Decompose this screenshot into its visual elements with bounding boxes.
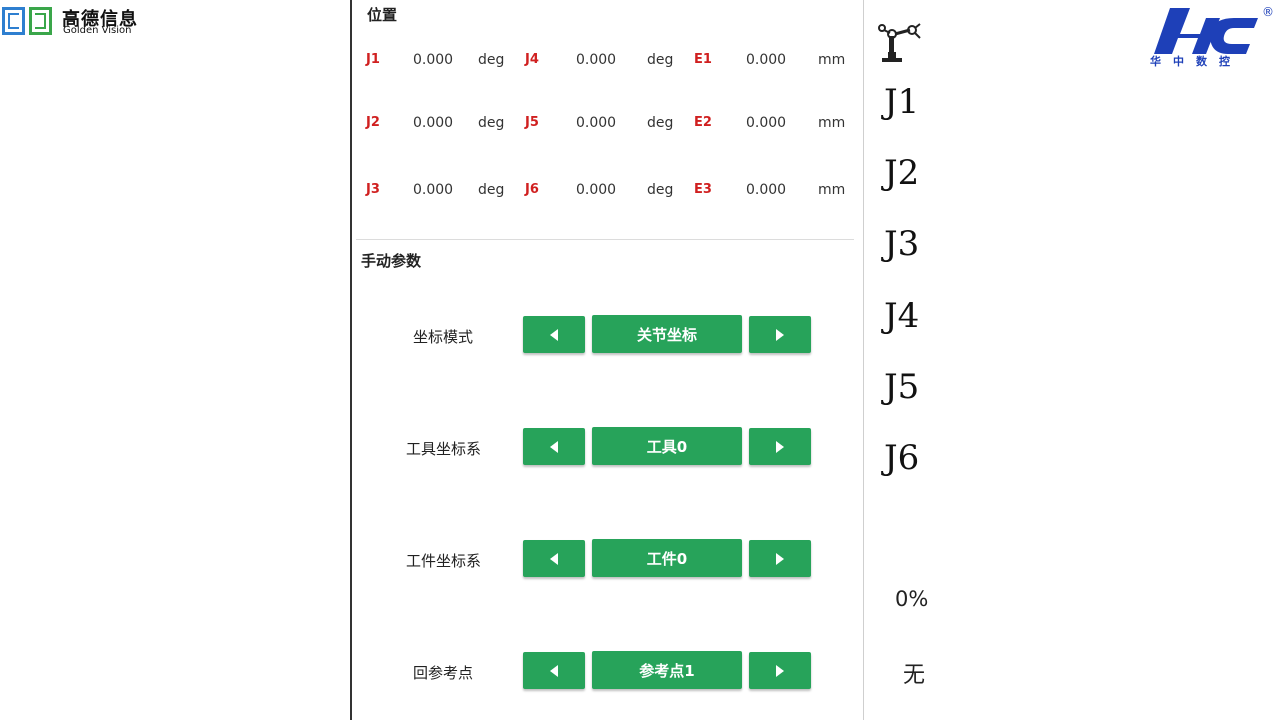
joint-button-j1[interactable]: J1 [884,82,919,122]
hnc-cn-text: 华中数控 [1150,55,1242,68]
axis-label-e2: E2 [694,115,712,130]
axis-label-j1: J1 [366,52,380,67]
coord-mode-label: 坐标模式 [412,328,473,346]
axis-unit-e2: mm [818,115,846,131]
right-arrow-icon [776,328,784,341]
axis-unit-j1: deg [478,52,505,68]
reference-point-label: 回参考点 [412,664,473,682]
left-arrow-icon [550,552,558,565]
joint-button-j6[interactable]: J6 [884,438,919,478]
tool-coord-next-button[interactable] [749,428,811,465]
speed-percentage[interactable]: 0% [895,587,928,611]
axis-label-j5: J5 [525,115,539,130]
workpiece-coord-value-button[interactable]: 工件0 [592,539,742,577]
axis-value-j3: 0.000 [413,182,454,198]
right-arrow-icon [776,552,784,565]
panel-left-border [350,0,352,720]
coord-mode-next-button[interactable] [749,316,811,353]
tool-coord-prev-button[interactable] [523,428,585,465]
reference-point-value-button[interactable]: 参考点1 [592,651,742,689]
axis-value-j4: 0.000 [576,52,617,68]
axis-unit-e3: mm [818,182,846,198]
axis-unit-e1: mm [818,52,846,68]
coord-mode-prev-button[interactable] [523,316,585,353]
axis-value-j1: 0.000 [413,52,454,68]
axis-label-e3: E3 [694,182,712,197]
joint-button-j5[interactable]: J5 [884,367,919,407]
golden-vision-logo: 高德信息 Golden Vision [0,5,140,39]
workpiece-coord-next-button[interactable] [749,540,811,577]
right-arrow-icon [776,440,784,453]
joint-button-j3[interactable]: J3 [884,224,919,264]
coord-mode-value-button[interactable]: 关节坐标 [592,315,742,353]
axis-label-j3: J3 [366,182,380,197]
right-arrow-icon [776,664,784,677]
axis-unit-j3: deg [478,182,505,198]
robot-arm-icon[interactable] [876,22,922,64]
axis-unit-j5: deg [647,115,674,131]
section-divider [356,239,854,240]
tool-coord-value-button[interactable]: 工具0 [592,427,742,465]
axis-unit-j2: deg [478,115,505,131]
workpiece-coord-label: 工件坐标系 [405,552,481,570]
joint-button-j2[interactable]: J2 [884,153,919,193]
registered-mark: ® [1262,5,1274,19]
axis-value-e1: 0.000 [746,52,787,68]
joint-button-j4[interactable]: J4 [884,296,919,336]
axis-label-j4: J4 [525,52,539,67]
axis-value-e3: 0.000 [746,182,787,198]
axis-value-j5: 0.000 [576,115,617,131]
axis-label-j2: J2 [366,115,380,130]
manual-params-title: 手动参数 [361,252,422,270]
left-arrow-icon [550,328,558,341]
position-title: 位置 [367,6,398,24]
reference-point-prev-button[interactable] [523,652,585,689]
logo-en-text: Golden Vision [63,25,132,36]
workpiece-coord-prev-button[interactable] [523,540,585,577]
axis-label-j6: J6 [525,182,539,197]
panel-right-border [863,0,864,720]
gd-logo-icon [2,7,54,35]
axis-unit-j6: deg [647,182,674,198]
axis-value-j6: 0.000 [576,182,617,198]
status-text[interactable]: 无 [903,657,925,689]
left-arrow-icon [550,440,558,453]
reference-point-next-button[interactable] [749,652,811,689]
tool-coord-label: 工具坐标系 [405,440,481,458]
axis-value-e2: 0.000 [746,115,787,131]
axis-unit-j4: deg [647,52,674,68]
axis-label-e1: E1 [694,52,712,67]
axis-value-j2: 0.000 [413,115,454,131]
left-arrow-icon [550,664,558,677]
